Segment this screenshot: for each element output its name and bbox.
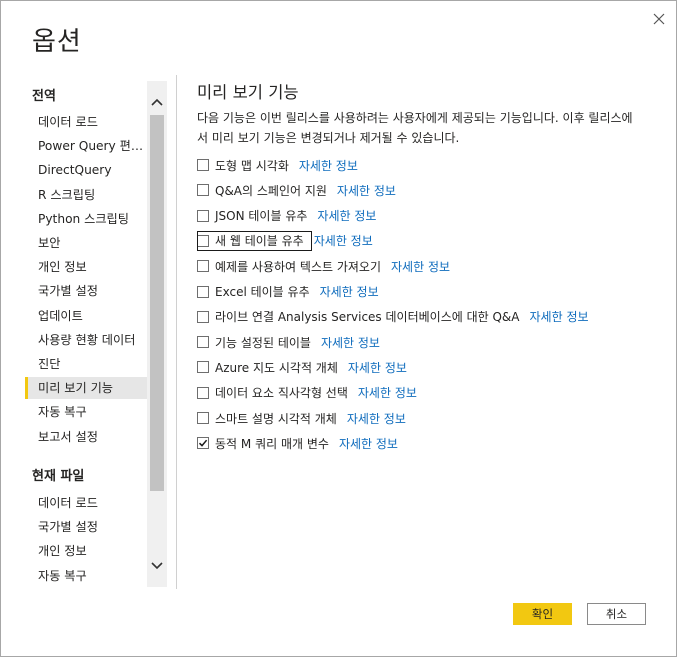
feature-checkbox[interactable]: [197, 234, 209, 247]
nav-item[interactable]: 진단: [25, 353, 149, 375]
nav-item[interactable]: 보안: [25, 232, 149, 254]
nav-item[interactable]: Python 스크립팅: [25, 208, 149, 230]
feature-row: Q&A의 스페인어 지원 자세한 정보: [197, 180, 396, 200]
feature-row: 라이브 연결 Analysis Services 데이터베이스에 대한 Q&A 자…: [197, 307, 589, 327]
learn-more-link[interactable]: 자세한 정보: [391, 258, 450, 275]
feature-checkbox[interactable]: [197, 437, 209, 450]
feature-row: 예제를 사용하여 텍스트 가져오기 자세한 정보: [197, 256, 450, 276]
feature-checkbox[interactable]: [197, 386, 209, 399]
learn-more-link[interactable]: 자세한 정보: [299, 157, 358, 174]
feature-row: 데이터 요소 직사각형 선택 자세한 정보: [197, 383, 417, 403]
chevron-down-icon: [151, 562, 163, 570]
feature-label[interactable]: JSON 테이블 유추: [215, 207, 307, 224]
learn-more-link[interactable]: 자세한 정보: [337, 182, 396, 199]
feature-checkbox[interactable]: [197, 412, 209, 424]
scroll-down-button[interactable]: [147, 555, 167, 577]
scroll-thumb[interactable]: [150, 115, 164, 491]
learn-more-link[interactable]: 자세한 정보: [317, 207, 376, 224]
feature-row: 도형 맵 시각화 자세한 정보: [197, 155, 358, 175]
learn-more-link[interactable]: 자세한 정보: [530, 308, 589, 325]
feature-row: 동적 M 쿼리 매개 변수 자세한 정보: [197, 433, 398, 453]
nav-header-global: 전역: [32, 89, 56, 104]
feature-label[interactable]: Q&A의 스페인어 지원: [215, 182, 327, 199]
section-description: 다음 기능은 이번 릴리스를 사용하려는 사용자에게 제공되는 기능입니다. 이…: [197, 111, 633, 145]
feature-label[interactable]: 도형 맵 시각화: [215, 157, 289, 174]
feature-checkbox[interactable]: [197, 336, 209, 349]
learn-more-link[interactable]: 자세한 정보: [339, 435, 398, 452]
feature-label[interactable]: 예제를 사용하여 텍스트 가져오기: [215, 258, 381, 275]
options-nav: 전역 데이터 로드 Power Query 편집... DirectQuery R 스크…: [25, 81, 167, 587]
nav-item[interactable]: 자동 복구: [25, 401, 149, 423]
dialog-title: 옵션: [32, 27, 82, 57]
ok-button[interactable]: 확인: [513, 603, 572, 625]
feature-checkbox[interactable]: [197, 184, 209, 197]
nav-item[interactable]: 미리 보기 기능: [25, 377, 149, 400]
feature-label[interactable]: Excel 테이블 유추: [215, 283, 310, 300]
nav-item[interactable]: R 스크립팅: [25, 184, 149, 206]
nav-item[interactable]: 자동 복구: [25, 565, 149, 587]
feature-row: 새 웹 테이블 유추 자세한 정보: [197, 231, 373, 251]
feature-label[interactable]: Azure 지도 시각적 개체: [215, 359, 338, 376]
learn-more-link[interactable]: 자세한 정보: [321, 334, 380, 351]
feature-row: JSON 테이블 유추 자세한 정보: [197, 206, 376, 226]
close-button[interactable]: [649, 9, 669, 29]
chevron-up-icon: [151, 98, 163, 106]
feature-label[interactable]: 기능 설정된 테이블: [215, 334, 311, 351]
nav-header-current-file: 현재 파일: [32, 469, 85, 484]
nav-item[interactable]: 개인 정보: [25, 540, 149, 562]
scroll-up-button[interactable]: [147, 91, 167, 113]
nav-item[interactable]: 데이터 로드: [25, 111, 149, 133]
nav-item[interactable]: 사용량 현황 데이터: [25, 329, 149, 351]
nav-item[interactable]: 개인 정보: [25, 256, 149, 278]
section-title: 미리 보기 기능: [197, 83, 299, 102]
feature-checkbox[interactable]: [197, 285, 209, 298]
options-dialog: 옵션 전역 데이터 로드 Power Query 편집... DirectQuery R…: [0, 0, 677, 657]
checkmark-icon: [198, 440, 208, 447]
nav-item[interactable]: DirectQuery: [25, 159, 149, 181]
learn-more-link[interactable]: 자세한 정보: [348, 359, 407, 376]
feature-checkbox[interactable]: [197, 209, 209, 222]
feature-row: Excel 테이블 유추 자세한 정보: [197, 282, 379, 302]
feature-label[interactable]: 스마트 설명 시각적 개체: [215, 410, 337, 427]
feature-label[interactable]: 라이브 연결 Analysis Services 데이터베이스에 대한 Q&A: [215, 308, 520, 325]
panel-divider: [176, 75, 177, 589]
feature-checkbox[interactable]: [197, 159, 209, 171]
nav-item[interactable]: 국가별 설정: [25, 280, 149, 302]
nav-scrollbar[interactable]: [147, 81, 167, 587]
feature-label[interactable]: 동적 M 쿼리 매개 변수: [215, 435, 329, 452]
learn-more-link[interactable]: 자세한 정보: [314, 232, 373, 249]
learn-more-link[interactable]: 자세한 정보: [347, 410, 406, 427]
nav-item[interactable]: 데이터 로드: [25, 492, 149, 514]
feature-row: 기능 설정된 테이블 자세한 정보: [197, 332, 380, 352]
feature-checkbox[interactable]: [197, 310, 209, 323]
cancel-button[interactable]: 취소: [587, 603, 646, 625]
feature-label[interactable]: 새 웹 테이블 유추: [215, 232, 304, 249]
feature-checkbox[interactable]: [197, 260, 209, 273]
feature-row: 스마트 설명 시각적 개체 자세한 정보: [197, 408, 406, 428]
nav-item[interactable]: 업데이트: [25, 305, 149, 327]
feature-checkbox[interactable]: [197, 361, 209, 374]
close-icon: [653, 13, 665, 25]
nav-item[interactable]: 국가별 설정: [25, 516, 149, 538]
learn-more-link[interactable]: 자세한 정보: [358, 384, 417, 401]
feature-row: Azure 지도 시각적 개체 자세한 정보: [197, 357, 407, 377]
nav-item[interactable]: 보고서 설정: [25, 426, 149, 448]
nav-item[interactable]: Power Query 편집...: [25, 135, 149, 157]
learn-more-link[interactable]: 자세한 정보: [320, 283, 379, 300]
feature-label[interactable]: 데이터 요소 직사각형 선택: [215, 384, 348, 401]
